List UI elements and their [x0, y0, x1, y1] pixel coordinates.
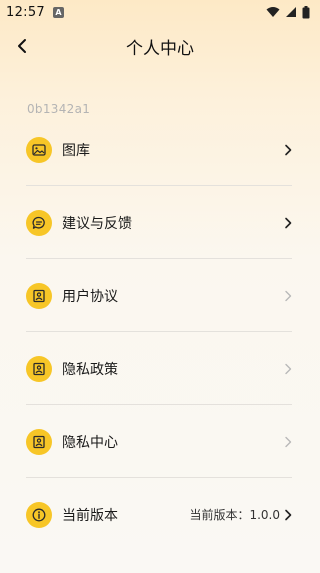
chevron-right-icon [284, 217, 292, 229]
menu-item-gallery[interactable]: 图库 [0, 113, 320, 186]
menu-list: 图库 建议与反馈 用户协议 隐私政策 隐私中心 当前版本 当前版本：1.0.0 [0, 113, 320, 551]
version-value: 当前版本：1.0.0 [189, 508, 280, 522]
document-icon [26, 428, 52, 455]
chevron-right-icon [284, 436, 292, 448]
notification-icon: A [52, 6, 64, 18]
chevron-right-icon [284, 363, 292, 375]
feedback-icon [26, 209, 52, 236]
chevron-right-icon [284, 290, 292, 302]
menu-item-version[interactable]: 当前版本 当前版本：1.0.0 [0, 478, 320, 551]
menu-item-label: 图库 [62, 142, 90, 159]
info-icon [26, 501, 52, 528]
header: 个人中心 [0, 26, 320, 66]
back-arrow-icon [18, 39, 26, 53]
menu-item-label: 当前版本 [62, 507, 118, 524]
menu-item-user-agreement[interactable]: 用户协议 [0, 259, 320, 332]
signal-icon [286, 7, 296, 17]
wifi-icon [266, 7, 280, 17]
menu-item-label: 用户协议 [62, 288, 118, 305]
gallery-icon [26, 136, 52, 163]
menu-item-feedback[interactable]: 建议与反馈 [0, 186, 320, 259]
document-icon [26, 355, 52, 382]
status-time: 12:57 [6, 4, 45, 20]
menu-item-label: 建议与反馈 [62, 215, 132, 232]
page-title: 个人中心 [126, 38, 194, 59]
chevron-right-icon [284, 509, 292, 521]
back-button[interactable] [8, 32, 36, 60]
menu-item-privacy-policy[interactable]: 隐私政策 [0, 332, 320, 405]
menu-item-privacy-center[interactable]: 隐私中心 [0, 405, 320, 478]
battery-icon [302, 5, 310, 18]
menu-item-label: 隐私中心 [62, 434, 118, 451]
status-bar: 12:57 A [0, 0, 320, 24]
menu-item-label: 隐私政策 [62, 361, 118, 378]
chevron-right-icon [284, 144, 292, 156]
document-icon [26, 282, 52, 309]
